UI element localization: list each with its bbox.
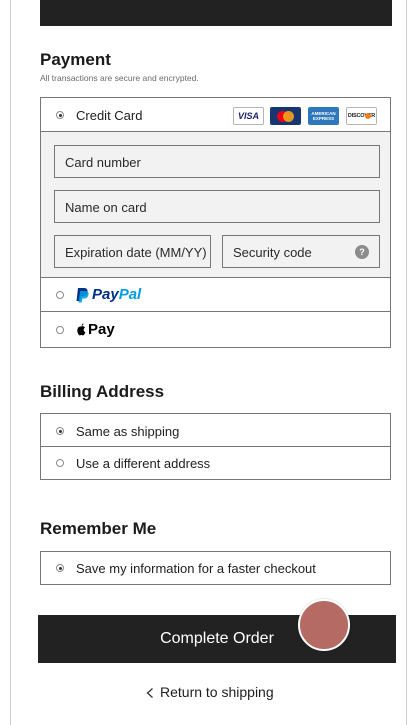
return-to-shipping-link[interactable]: Return to shipping	[160, 684, 274, 700]
credit-card-radio[interactable]	[56, 111, 64, 119]
same-as-shipping-label: Same as shipping	[76, 424, 180, 439]
help-icon[interactable]: ?	[355, 245, 369, 259]
card-number-field[interactable]: Card number	[54, 145, 380, 178]
payment-methods: Credit Card VISA AMERICAN EXPRESS DISCOVE…	[40, 97, 391, 348]
apple-pay-label: Pay	[88, 321, 115, 338]
remember-me-option[interactable]: Save my information for a faster checkou…	[40, 551, 391, 585]
different-address-label: Use a different address	[76, 456, 211, 471]
card-number-placeholder: Card number	[65, 155, 141, 170]
security-code-placeholder: Security code	[233, 245, 312, 260]
remember-me-radio[interactable]	[56, 564, 64, 572]
payment-subtitle: All transactions are secure and encrypte…	[40, 73, 199, 83]
security-code-field[interactable]: Security code ?	[222, 235, 380, 268]
discover-logo-icon: DISCOVER	[346, 107, 377, 125]
apple-pay-radio[interactable]	[56, 326, 64, 334]
paypal-logo-text: PayPal	[92, 286, 142, 303]
name-on-card-field[interactable]: Name on card	[54, 190, 380, 223]
amex-logo-icon: AMERICAN EXPRESS	[308, 107, 339, 125]
payment-option-credit-card[interactable]: Credit Card VISA AMERICAN EXPRESS DISCOVE…	[41, 98, 390, 132]
billing-address-title: Billing Address	[40, 382, 165, 401]
paypal-logo-icon	[76, 288, 89, 303]
remember-me-title: Remember Me	[40, 519, 157, 538]
payment-title: Payment	[40, 50, 111, 69]
header-bar	[40, 0, 392, 26]
apple-logo-icon	[77, 323, 86, 336]
different-address-radio[interactable]	[56, 459, 64, 467]
name-on-card-placeholder: Name on card	[65, 200, 147, 215]
touch-indicator	[298, 599, 350, 651]
billing-option-same[interactable]: Same as shipping	[41, 414, 390, 447]
same-as-shipping-radio[interactable]	[56, 427, 64, 435]
credit-card-label: Credit Card	[76, 108, 143, 123]
payment-option-paypal[interactable]: PayPal	[41, 278, 390, 312]
payment-option-apple-pay[interactable]: Pay	[41, 312, 390, 347]
paypal-radio[interactable]	[56, 291, 64, 299]
credit-card-form: Card number Name on card Expiration date…	[41, 132, 390, 278]
page-frame-right	[406, 0, 407, 725]
expiration-date-field[interactable]: Expiration date (MM/YY)	[54, 235, 211, 268]
remember-me-label: Save my information for a faster checkou…	[76, 561, 316, 576]
chevron-left-icon	[146, 688, 153, 698]
expiration-date-placeholder: Expiration date (MM/YY)	[65, 245, 207, 260]
visa-logo-icon: VISA	[233, 107, 264, 125]
billing-address-options: Same as shipping Use a different address	[40, 413, 391, 480]
mastercard-logo-icon	[270, 107, 301, 125]
billing-option-different[interactable]: Use a different address	[41, 447, 390, 479]
page-frame-left	[10, 0, 11, 725]
